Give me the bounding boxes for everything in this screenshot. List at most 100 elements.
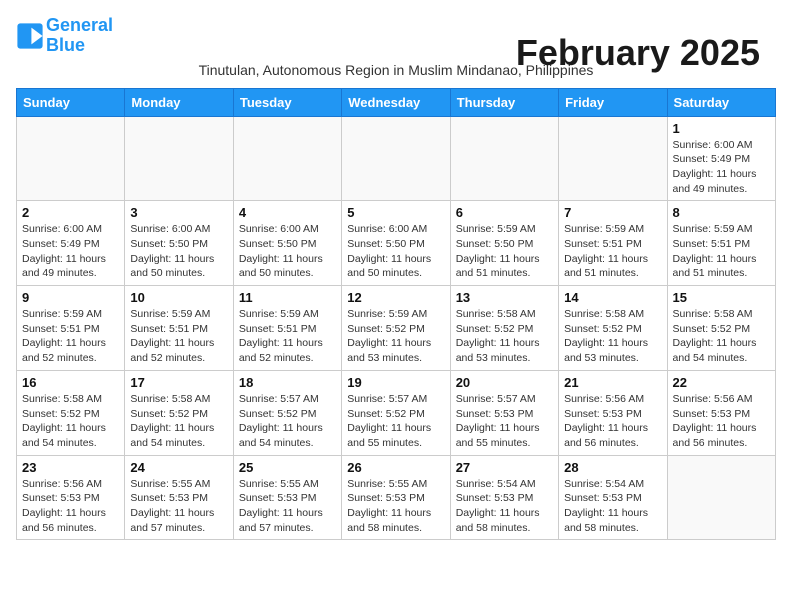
- calendar-cell: 1 Sunrise: 6:00 AM Sunset: 5:49 PM Daylig…: [667, 116, 775, 201]
- calendar-cell: 27 Sunrise: 5:54 AM Sunset: 5:53 PM Dayli…: [450, 455, 558, 540]
- calendar-cell: 2Sunrise: 6:00 AM Sunset: 5:49 PM Daylig…: [17, 201, 125, 286]
- day-number: 8: [673, 205, 770, 220]
- day-info: Sunrise: 5:56 AM Sunset: 5:53 PM Dayligh…: [22, 477, 119, 536]
- day-number: 14: [564, 290, 661, 305]
- day-info: Sunrise: 6:00 AM Sunset: 5:50 PM Dayligh…: [239, 222, 336, 281]
- calendar-cell: 11 Sunrise: 5:59 AM Sunset: 5:51 PM Dayli…: [233, 286, 341, 371]
- day-info: Sunrise: 5:59 AM Sunset: 5:50 PM Dayligh…: [456, 222, 553, 281]
- day-info: Sunrise: 5:58 AM Sunset: 5:52 PM Dayligh…: [130, 392, 227, 451]
- day-info: Sunrise: 5:59 AM Sunset: 5:51 PM Dayligh…: [130, 307, 227, 366]
- logo-line2: Blue: [46, 35, 85, 55]
- calendar-cell: 3 Sunrise: 6:00 AM Sunset: 5:50 PM Daylig…: [125, 201, 233, 286]
- day-number: 1: [673, 121, 770, 136]
- calendar-cell: 14 Sunrise: 5:58 AM Sunset: 5:52 PM Dayli…: [559, 286, 667, 371]
- calendar-cell: 24Sunrise: 5:55 AM Sunset: 5:53 PM Dayli…: [125, 455, 233, 540]
- day-number: 11: [239, 290, 336, 305]
- calendar-cell: 26 Sunrise: 5:55 AM Sunset: 5:53 PM Dayli…: [342, 455, 450, 540]
- month-year: February 2025: [516, 32, 760, 74]
- day-number: 3: [130, 205, 227, 220]
- day-info: Sunrise: 5:58 AM Sunset: 5:52 PM Dayligh…: [22, 392, 119, 451]
- day-info: Sunrise: 5:56 AM Sunset: 5:53 PM Dayligh…: [673, 392, 770, 451]
- calendar-cell: [17, 116, 125, 201]
- calendar-cell: 9 Sunrise: 5:59 AM Sunset: 5:51 PM Daylig…: [17, 286, 125, 371]
- calendar-cell: 19 Sunrise: 5:57 AM Sunset: 5:52 PM Dayli…: [342, 370, 450, 455]
- calendar-cell: 15Sunrise: 5:58 AM Sunset: 5:52 PM Dayli…: [667, 286, 775, 371]
- calendar-cell: [667, 455, 775, 540]
- day-info: Sunrise: 5:54 AM Sunset: 5:53 PM Dayligh…: [456, 477, 553, 536]
- calendar-cell: 25Sunrise: 5:55 AM Sunset: 5:53 PM Dayli…: [233, 455, 341, 540]
- day-number: 9: [22, 290, 119, 305]
- day-number: 13: [456, 290, 553, 305]
- calendar-cell: 10 Sunrise: 5:59 AM Sunset: 5:51 PM Dayli…: [125, 286, 233, 371]
- day-number: 24: [130, 460, 227, 475]
- calendar-cell: 20 Sunrise: 5:57 AM Sunset: 5:53 PM Dayli…: [450, 370, 558, 455]
- calendar-cell: 13 Sunrise: 5:58 AM Sunset: 5:52 PM Dayli…: [450, 286, 558, 371]
- calendar-cell: 21Sunrise: 5:56 AM Sunset: 5:53 PM Dayli…: [559, 370, 667, 455]
- day-info: Sunrise: 5:58 AM Sunset: 5:52 PM Dayligh…: [564, 307, 661, 366]
- day-info: Sunrise: 5:57 AM Sunset: 5:53 PM Dayligh…: [456, 392, 553, 451]
- weekday-header-tuesday: Tuesday: [233, 88, 341, 116]
- day-number: 10: [130, 290, 227, 305]
- day-info: Sunrise: 5:59 AM Sunset: 5:51 PM Dayligh…: [564, 222, 661, 281]
- day-number: 17: [130, 375, 227, 390]
- weekday-header-wednesday: Wednesday: [342, 88, 450, 116]
- day-info: Sunrise: 5:59 AM Sunset: 5:51 PM Dayligh…: [22, 307, 119, 366]
- day-number: 4: [239, 205, 336, 220]
- calendar-cell: 16 Sunrise: 5:58 AM Sunset: 5:52 PM Dayli…: [17, 370, 125, 455]
- day-number: 2: [22, 205, 119, 220]
- calendar-cell: [125, 116, 233, 201]
- weekday-header-monday: Monday: [125, 88, 233, 116]
- day-number: 12: [347, 290, 444, 305]
- weekday-header-sunday: Sunday: [17, 88, 125, 116]
- day-info: Sunrise: 5:58 AM Sunset: 5:52 PM Dayligh…: [456, 307, 553, 366]
- day-info: Sunrise: 5:57 AM Sunset: 5:52 PM Dayligh…: [239, 392, 336, 451]
- week-row-3: 16 Sunrise: 5:58 AM Sunset: 5:52 PM Dayli…: [17, 370, 776, 455]
- calendar-cell: 12 Sunrise: 5:59 AM Sunset: 5:52 PM Dayli…: [342, 286, 450, 371]
- week-row-0: 1 Sunrise: 6:00 AM Sunset: 5:49 PM Daylig…: [17, 116, 776, 201]
- day-info: Sunrise: 5:59 AM Sunset: 5:52 PM Dayligh…: [347, 307, 444, 366]
- day-number: 7: [564, 205, 661, 220]
- day-number: 26: [347, 460, 444, 475]
- day-number: 18: [239, 375, 336, 390]
- day-number: 19: [347, 375, 444, 390]
- calendar-cell: [233, 116, 341, 201]
- day-info: Sunrise: 6:00 AM Sunset: 5:49 PM Dayligh…: [673, 138, 770, 197]
- day-info: Sunrise: 5:56 AM Sunset: 5:53 PM Dayligh…: [564, 392, 661, 451]
- day-info: Sunrise: 5:57 AM Sunset: 5:52 PM Dayligh…: [347, 392, 444, 451]
- calendar-cell: 28 Sunrise: 5:54 AM Sunset: 5:53 PM Dayli…: [559, 455, 667, 540]
- day-number: 28: [564, 460, 661, 475]
- logo-text: General Blue: [46, 16, 113, 56]
- weekday-header-saturday: Saturday: [667, 88, 775, 116]
- day-info: Sunrise: 6:00 AM Sunset: 5:50 PM Dayligh…: [347, 222, 444, 281]
- calendar-cell: 23Sunrise: 5:56 AM Sunset: 5:53 PM Dayli…: [17, 455, 125, 540]
- weekday-header-thursday: Thursday: [450, 88, 558, 116]
- calendar-cell: [450, 116, 558, 201]
- day-number: 27: [456, 460, 553, 475]
- calendar-cell: 4 Sunrise: 6:00 AM Sunset: 5:50 PM Daylig…: [233, 201, 341, 286]
- day-info: Sunrise: 5:59 AM Sunset: 5:51 PM Dayligh…: [239, 307, 336, 366]
- title-section: February 2025: [516, 32, 760, 74]
- day-info: Sunrise: 6:00 AM Sunset: 5:50 PM Dayligh…: [130, 222, 227, 281]
- calendar-cell: 6Sunrise: 5:59 AM Sunset: 5:50 PM Daylig…: [450, 201, 558, 286]
- weekday-header-friday: Friday: [559, 88, 667, 116]
- week-row-4: 23Sunrise: 5:56 AM Sunset: 5:53 PM Dayli…: [17, 455, 776, 540]
- calendar-cell: 18 Sunrise: 5:57 AM Sunset: 5:52 PM Dayli…: [233, 370, 341, 455]
- calendar-cell: 7 Sunrise: 5:59 AM Sunset: 5:51 PM Daylig…: [559, 201, 667, 286]
- day-number: 20: [456, 375, 553, 390]
- calendar-cell: [559, 116, 667, 201]
- calendar-table: SundayMondayTuesdayWednesdayThursdayFrid…: [16, 88, 776, 541]
- calendar-cell: 5 Sunrise: 6:00 AM Sunset: 5:50 PM Daylig…: [342, 201, 450, 286]
- week-row-2: 9 Sunrise: 5:59 AM Sunset: 5:51 PM Daylig…: [17, 286, 776, 371]
- day-number: 16: [22, 375, 119, 390]
- day-info: Sunrise: 5:54 AM Sunset: 5:53 PM Dayligh…: [564, 477, 661, 536]
- calendar-cell: 17 Sunrise: 5:58 AM Sunset: 5:52 PM Dayli…: [125, 370, 233, 455]
- logo-icon: [16, 22, 44, 50]
- day-info: Sunrise: 5:55 AM Sunset: 5:53 PM Dayligh…: [347, 477, 444, 536]
- day-number: 22: [673, 375, 770, 390]
- calendar-cell: [342, 116, 450, 201]
- calendar-cell: 8Sunrise: 5:59 AM Sunset: 5:51 PM Daylig…: [667, 201, 775, 286]
- day-number: 15: [673, 290, 770, 305]
- day-info: Sunrise: 5:55 AM Sunset: 5:53 PM Dayligh…: [239, 477, 336, 536]
- day-number: 5: [347, 205, 444, 220]
- weekday-header-row: SundayMondayTuesdayWednesdayThursdayFrid…: [17, 88, 776, 116]
